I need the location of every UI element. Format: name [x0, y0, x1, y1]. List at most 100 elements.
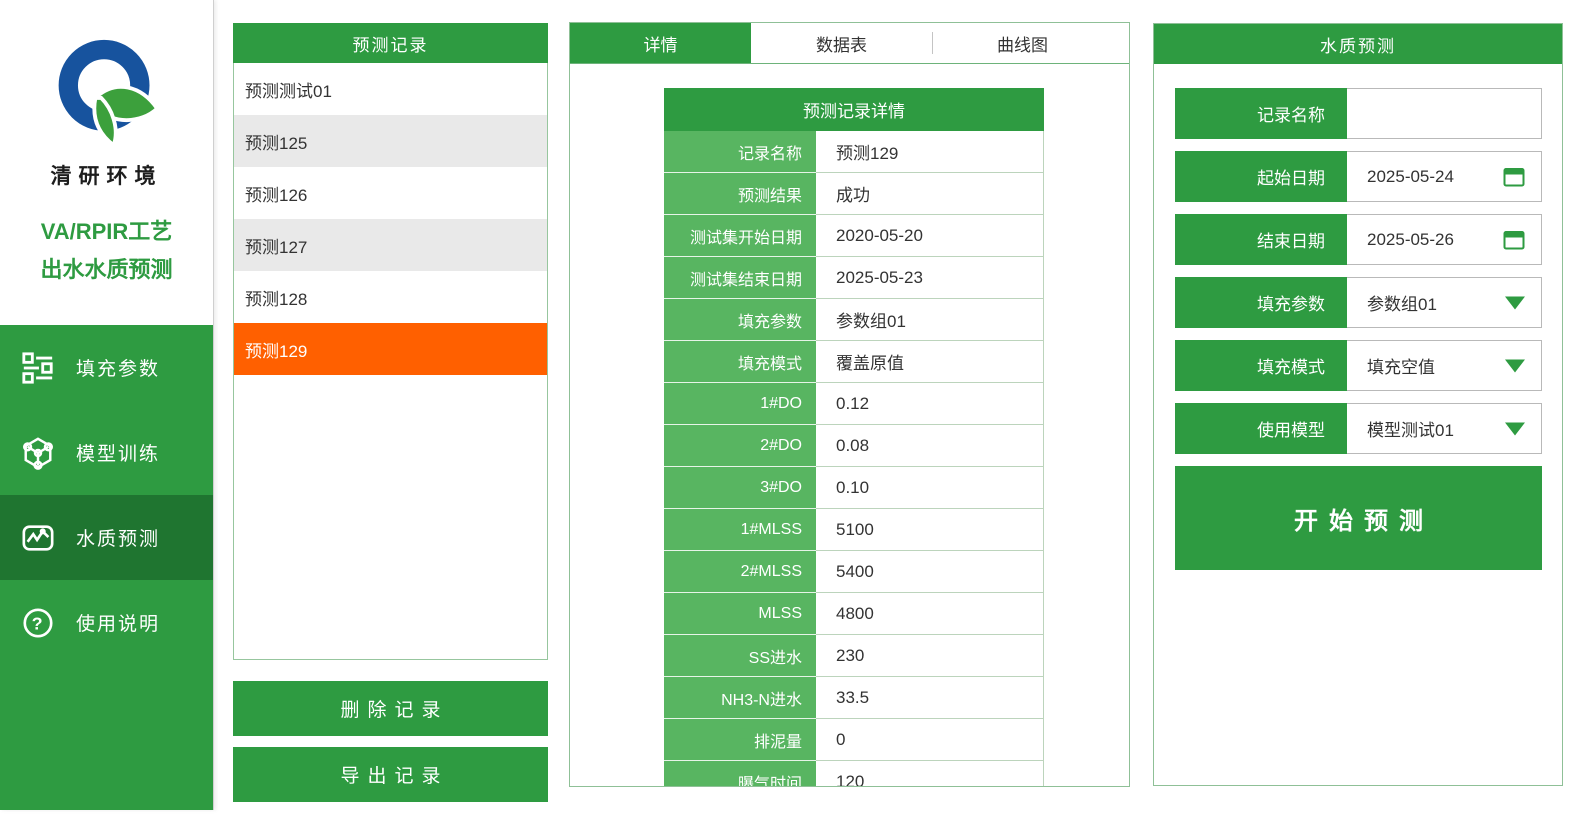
table-row: MLSS 4800 — [664, 593, 1044, 635]
app-window: 清研环境 VA/RPIR工艺 出水水质预测 填充参数 — [0, 0, 1596, 815]
record-name-input[interactable] — [1367, 88, 1541, 139]
row-value: 120 — [816, 761, 1044, 787]
row-label: NH3-N进水 — [664, 677, 816, 719]
field-label: 起始日期 — [1175, 151, 1347, 202]
fill-params-field[interactable]: 填充参数 参数组01 — [1175, 277, 1542, 328]
record-item[interactable]: 预测125 — [234, 115, 547, 167]
sidebar: 清研环境 VA/RPIR工艺 出水水质预测 填充参数 — [0, 0, 214, 810]
field-label: 使用模型 — [1175, 403, 1347, 454]
record-item[interactable]: 预测128 — [234, 271, 547, 323]
row-label: 记录名称 — [664, 131, 816, 173]
table-row: 1#MLSS 5100 — [664, 509, 1044, 551]
row-value: 2025-05-23 — [816, 257, 1044, 299]
sidebar-item-water-quality-prediction[interactable]: 水质预测 — [0, 495, 213, 580]
detail-table-title: 预测记录详情 — [664, 88, 1044, 131]
chevron-down-icon[interactable] — [1505, 359, 1525, 372]
export-record-button[interactable]: 导出记录 — [233, 747, 548, 802]
sidebar-item-label: 水质预测 — [76, 524, 160, 551]
records-header: 预测记录 — [233, 23, 548, 63]
row-label: 测试集结束日期 — [664, 257, 816, 299]
company-name: 清研环境 — [0, 160, 213, 190]
record-item-selected[interactable]: 预测129 — [234, 323, 547, 375]
calendar-icon[interactable] — [1503, 167, 1525, 187]
tab-details[interactable]: 详情 — [570, 23, 751, 63]
prediction-header: 水质预测 — [1154, 24, 1562, 64]
sidebar-item-model-training[interactable]: 模型训练 — [0, 410, 213, 495]
row-value: 33.5 — [816, 677, 1044, 719]
table-row: 记录名称 预测129 — [664, 131, 1044, 173]
help-icon: ? — [21, 606, 55, 640]
chevron-down-icon[interactable] — [1505, 422, 1525, 435]
records-list: 预测测试01 预测125 预测126 预测127 预测128 预测129 — [233, 63, 548, 660]
row-label: 1#DO — [664, 383, 816, 425]
chevron-down-icon[interactable] — [1505, 296, 1525, 309]
app-title: VA/RPIR工艺 出水水质预测 — [0, 213, 213, 289]
record-item[interactable]: 预测127 — [234, 219, 547, 271]
model-icon — [21, 436, 55, 470]
field-label: 记录名称 — [1175, 88, 1347, 139]
start-date-field[interactable]: 起始日期 2025-05-24 — [1175, 151, 1542, 202]
row-value: 0 — [816, 719, 1044, 761]
row-label: 填充模式 — [664, 341, 816, 383]
company-logo-icon — [48, 36, 164, 154]
tab-curve-chart[interactable]: 曲线图 — [932, 23, 1113, 63]
table-row: 3#DO 0.10 — [664, 467, 1044, 509]
record-name-field: 记录名称 — [1175, 88, 1542, 139]
row-label: SS进水 — [664, 635, 816, 677]
row-value: 5100 — [816, 509, 1044, 551]
detail-table: 预测记录详情 记录名称 预测129 预测结果 成功 测试集开始日期 2020-0… — [664, 88, 1044, 787]
model-field[interactable]: 使用模型 模型测试01 — [1175, 403, 1542, 454]
table-row: 2#MLSS 5400 — [664, 551, 1044, 593]
record-item[interactable]: 预测126 — [234, 167, 547, 219]
sidebar-item-label: 模型训练 — [76, 439, 160, 466]
record-item[interactable]: 预测测试01 — [234, 63, 547, 115]
table-row: SS进水 230 — [664, 635, 1044, 677]
svg-text:?: ? — [32, 613, 45, 633]
table-row: 预测结果 成功 — [664, 173, 1044, 215]
detail-tabs: 详情 数据表 曲线图 — [570, 23, 1129, 64]
table-row: 测试集结束日期 2025-05-23 — [664, 257, 1044, 299]
row-label: MLSS — [664, 593, 816, 635]
calendar-icon[interactable] — [1503, 230, 1525, 250]
row-value: 预测129 — [816, 131, 1044, 173]
model-value: 模型测试01 — [1367, 416, 1454, 441]
delete-record-button[interactable]: 删除记录 — [233, 681, 548, 736]
chart-icon — [21, 521, 55, 555]
row-label: 1#MLSS — [664, 509, 816, 551]
tab-data-table[interactable]: 数据表 — [751, 23, 932, 63]
fill-mode-value: 填充空值 — [1367, 353, 1435, 378]
row-value: 参数组01 — [816, 299, 1044, 341]
field-label: 结束日期 — [1175, 214, 1347, 265]
row-value: 0.12 — [816, 383, 1044, 425]
start-prediction-button[interactable]: 开始预测 — [1175, 466, 1542, 570]
fill-mode-select[interactable]: 填充空值 — [1347, 340, 1542, 391]
row-label: 预测结果 — [664, 173, 816, 215]
table-row: 排泥量 0 — [664, 719, 1044, 761]
end-date-field[interactable]: 结束日期 2025-05-26 — [1175, 214, 1542, 265]
row-label: 2#DO — [664, 425, 816, 467]
row-label: 2#MLSS — [664, 551, 816, 593]
row-value: 230 — [816, 635, 1044, 677]
table-row: 1#DO 0.12 — [664, 383, 1044, 425]
table-row: 填充参数 参数组01 — [664, 299, 1044, 341]
row-value: 0.10 — [816, 467, 1044, 509]
row-value: 覆盖原值 — [816, 341, 1044, 383]
row-label: 测试集开始日期 — [664, 215, 816, 257]
field-label: 填充参数 — [1175, 277, 1347, 328]
sidebar-item-fill-params[interactable]: 填充参数 — [0, 325, 213, 410]
field-label: 填充模式 — [1175, 340, 1347, 391]
end-date-value-wrap[interactable]: 2025-05-26 — [1347, 214, 1542, 265]
model-select[interactable]: 模型测试01 — [1347, 403, 1542, 454]
prediction-panel: 水质预测 记录名称 起始日期 2025-05-24 结束日期 2025-05-2… — [1153, 23, 1563, 786]
fill-params-select[interactable]: 参数组01 — [1347, 277, 1542, 328]
row-label: 排泥量 — [664, 719, 816, 761]
sidebar-item-help[interactable]: ? 使用说明 — [0, 580, 213, 665]
row-value: 0.08 — [816, 425, 1044, 467]
start-date-value: 2025-05-24 — [1367, 167, 1454, 187]
start-date-value-wrap[interactable]: 2025-05-24 — [1347, 151, 1542, 202]
table-row: 2#DO 0.08 — [664, 425, 1044, 467]
sidebar-menu: 填充参数 模型训练 水质预测 — [0, 325, 213, 665]
fill-mode-field[interactable]: 填充模式 填充空值 — [1175, 340, 1542, 391]
app-title-line2: 出水水质预测 — [0, 251, 213, 289]
table-row: NH3-N进水 33.5 — [664, 677, 1044, 719]
